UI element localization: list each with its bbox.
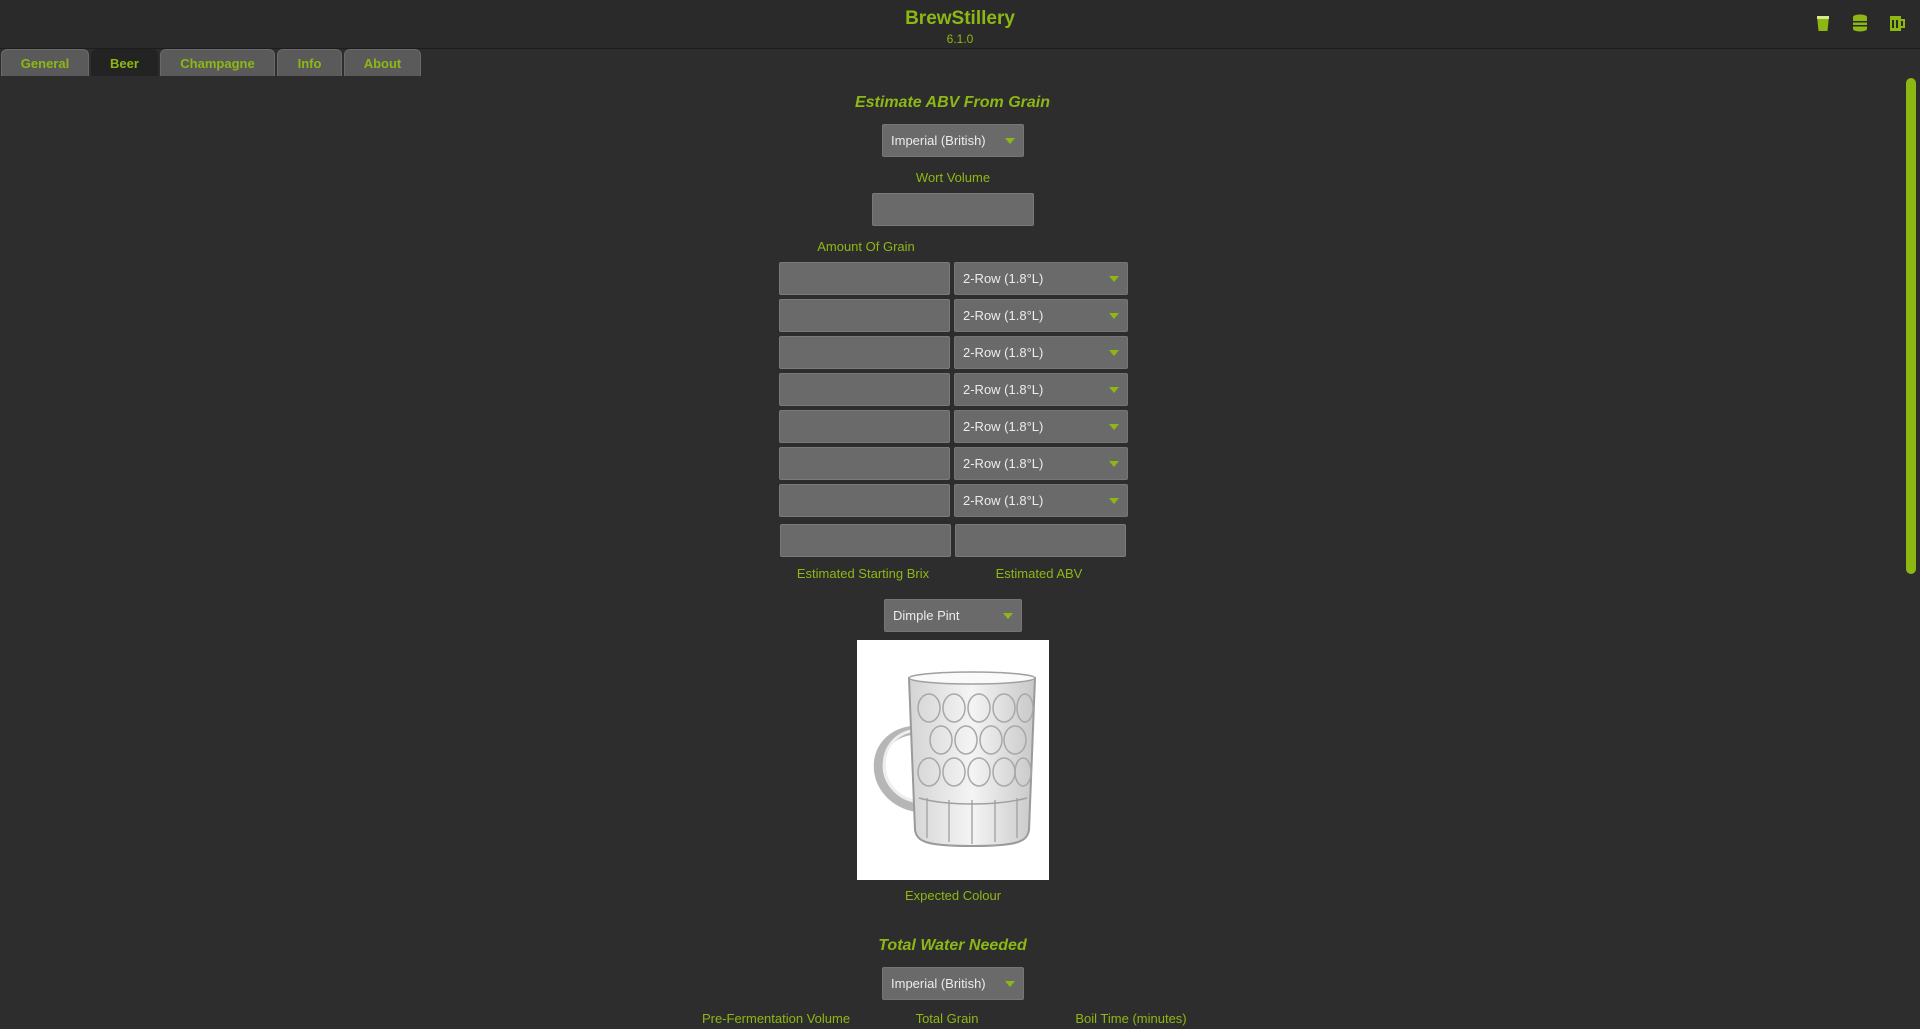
beer-glass-icon[interactable] [1812, 12, 1834, 34]
chevron-down-icon [1109, 276, 1119, 282]
chevron-down-icon [1109, 313, 1119, 319]
total-grain-label: Total Grain [915, 1011, 979, 1026]
chevron-down-icon [1109, 424, 1119, 430]
grain-type-select-6[interactable]: 2-Row (1.8°L) [954, 447, 1128, 480]
grain-amount-input[interactable] [780, 485, 949, 516]
wort-volume-label: Wort Volume [915, 170, 991, 185]
grain-type-value: 2-Row (1.8°L) [963, 345, 1044, 360]
grain-type-value: 2-Row (1.8°L) [963, 456, 1044, 471]
grain-type-value: 2-Row (1.8°L) [963, 419, 1044, 434]
abv-label: Estimated ABV [995, 566, 1083, 581]
grain-amount-field-2[interactable] [779, 299, 950, 332]
abv-section-title: Estimate ABV From Grain [854, 94, 1050, 111]
grain-type-select-1[interactable]: 2-Row (1.8°L) [954, 262, 1128, 295]
grain-amount-input[interactable] [780, 337, 949, 368]
wort-volume-input[interactable] [873, 194, 1033, 225]
pre-fermentation-volume-label: Pre-Fermentation Volume [701, 1011, 851, 1026]
grain-amount-input[interactable] [780, 448, 949, 479]
grain-amount-input[interactable] [780, 300, 949, 331]
grain-type-value: 2-Row (1.8°L) [963, 271, 1044, 286]
boil-time-label: Boil Time (minutes) [1075, 1011, 1187, 1026]
keg-icon[interactable] [1849, 12, 1871, 34]
app-version: 6.1.0 [946, 32, 974, 46]
starting-brix-field[interactable] [780, 524, 951, 557]
grain-type-value: 2-Row (1.8°L) [963, 493, 1044, 508]
chevron-down-icon [1005, 138, 1015, 144]
amount-of-grain-label: Amount Of Grain [817, 239, 915, 254]
dimple-pint-glass-icon [873, 671, 1037, 848]
abv-unit-select-value: Imperial (British) [891, 133, 986, 148]
chevron-down-icon [1109, 387, 1119, 393]
grain-amount-input[interactable] [780, 411, 949, 442]
grain-amount-field-6[interactable] [779, 447, 950, 480]
vertical-scrollbar[interactable] [1906, 78, 1916, 574]
starting-brix-label: Estimated Starting Brix [796, 566, 930, 581]
beer-mug-icon[interactable] [1886, 12, 1908, 34]
chevron-down-icon [1109, 461, 1119, 467]
abv-unit-select[interactable]: Imperial (British) [882, 124, 1024, 157]
water-unit-select[interactable]: Imperial (British) [882, 967, 1024, 1000]
grain-type-select-5[interactable]: 2-Row (1.8°L) [954, 410, 1128, 443]
chevron-down-icon [1003, 613, 1013, 619]
tab-champagne[interactable]: Champagne [160, 49, 275, 76]
grain-amount-field-5[interactable] [779, 410, 950, 443]
grain-type-value: 2-Row (1.8°L) [963, 382, 1044, 397]
water-section-title: Total Water Needed [878, 937, 1027, 954]
tab-general[interactable]: General [1, 49, 89, 76]
starting-brix-output[interactable] [781, 525, 950, 556]
grain-amount-field-4[interactable] [779, 373, 950, 406]
tab-beer[interactable]: Beer [91, 49, 158, 76]
glass-type-value: Dimple Pint [893, 608, 960, 623]
chevron-down-icon [1109, 350, 1119, 356]
grain-type-select-7[interactable]: 2-Row (1.8°L) [954, 484, 1128, 517]
expected-colour-glass-image [857, 640, 1049, 880]
grain-amount-input[interactable] [780, 263, 949, 294]
abv-output[interactable] [956, 525, 1125, 556]
chevron-down-icon [1005, 981, 1015, 987]
wort-volume-field[interactable] [872, 193, 1034, 226]
grain-amount-field-3[interactable] [779, 336, 950, 369]
grain-type-select-4[interactable]: 2-Row (1.8°L) [954, 373, 1128, 406]
grain-type-select-3[interactable]: 2-Row (1.8°L) [954, 336, 1128, 369]
grain-amount-input[interactable] [780, 374, 949, 405]
abv-field[interactable] [955, 524, 1126, 557]
app-title: BrewStillery [905, 8, 1015, 29]
glass-type-select[interactable]: Dimple Pint [884, 599, 1022, 632]
grain-type-select-2[interactable]: 2-Row (1.8°L) [954, 299, 1128, 332]
chevron-down-icon [1109, 498, 1119, 504]
tab-about[interactable]: About [344, 49, 421, 76]
tab-info[interactable]: Info [277, 49, 342, 76]
water-unit-select-value: Imperial (British) [891, 976, 986, 991]
grain-amount-field-1[interactable] [779, 262, 950, 295]
title-bar: BrewStillery 6.1.0 [0, 0, 1920, 49]
grain-amount-field-7[interactable] [779, 484, 950, 517]
expected-colour-label: Expected Colour [904, 888, 1002, 903]
grain-type-value: 2-Row (1.8°L) [963, 308, 1044, 323]
